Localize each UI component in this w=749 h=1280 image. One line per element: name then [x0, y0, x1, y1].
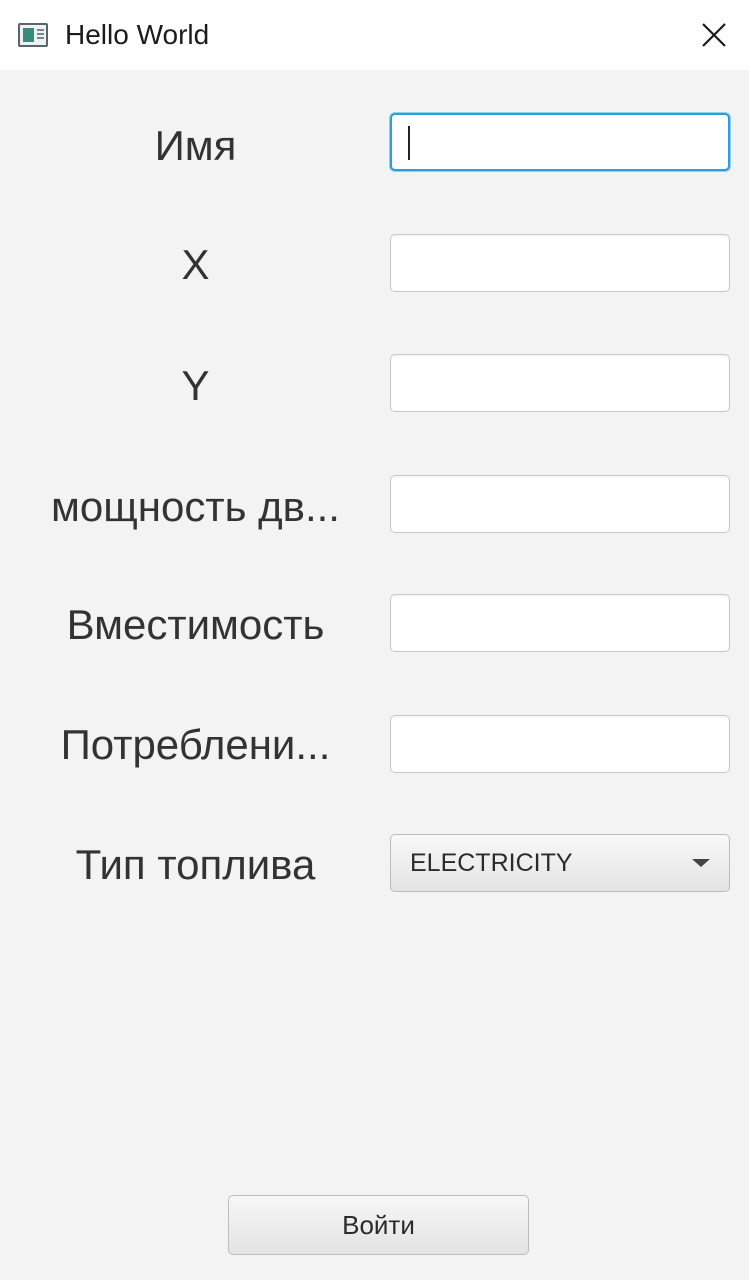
- title-bar: Hello World: [0, 0, 749, 70]
- x-input[interactable]: [390, 234, 730, 292]
- text-caret: [408, 126, 410, 160]
- consumption-input[interactable]: [390, 715, 730, 773]
- close-button[interactable]: [679, 0, 749, 70]
- fuel-type-selected: ELECTRICITY: [410, 849, 573, 877]
- dropdown-arrow-icon: [692, 859, 710, 867]
- login-button[interactable]: Войти: [228, 1195, 529, 1255]
- app-window-icon: [18, 23, 48, 47]
- capacity-input[interactable]: [390, 594, 730, 652]
- name-input[interactable]: [390, 113, 730, 171]
- y-input[interactable]: [390, 354, 730, 412]
- engine-power-input[interactable]: [390, 475, 730, 533]
- fuel-type-label: Тип топлива: [75, 841, 316, 888]
- engine-power-label: мощность дв...: [51, 483, 340, 530]
- x-label: X: [181, 241, 210, 288]
- y-label: Y: [181, 362, 210, 409]
- capacity-label: Вместимость: [66, 601, 325, 648]
- consumption-label: Потреблени...: [60, 721, 331, 768]
- close-icon: [702, 23, 726, 47]
- app-window: Hello World Имя X Y мощность дв... Вмест…: [0, 0, 749, 1280]
- name-label: Имя: [154, 122, 237, 169]
- window-title: Hello World: [65, 19, 210, 50]
- fuel-type-dropdown[interactable]: ELECTRICITY: [390, 834, 730, 892]
